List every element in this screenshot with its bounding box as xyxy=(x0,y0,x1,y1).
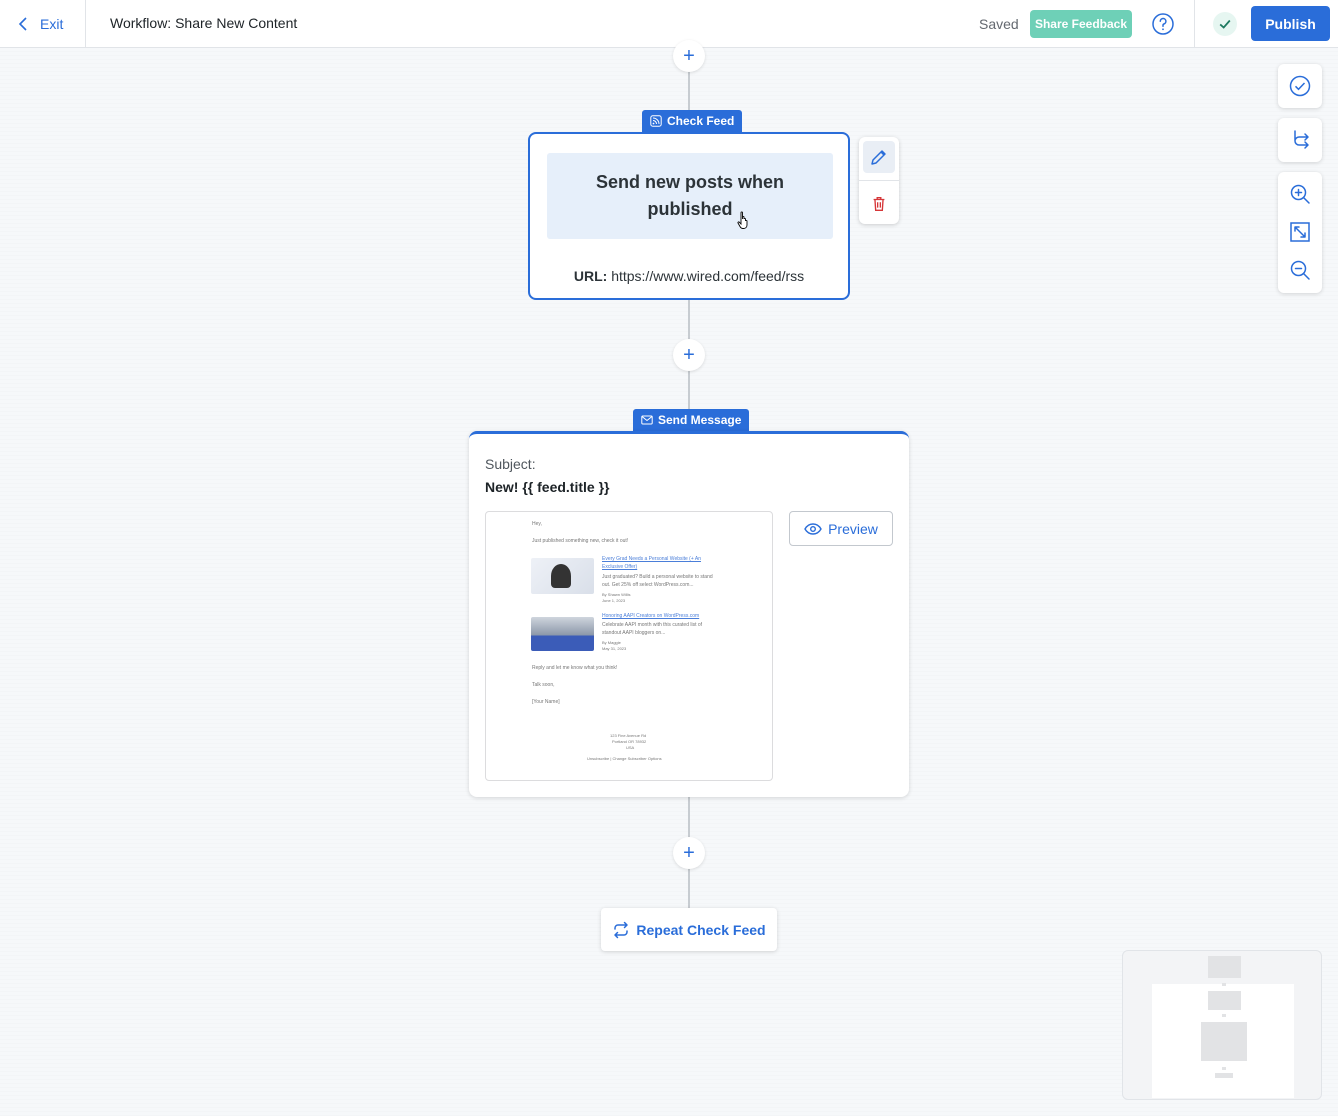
check-feed-card[interactable]: Send new posts when published URL: https… xyxy=(528,132,850,300)
post-title-line2: Exclusive Offer) xyxy=(602,564,638,570)
email-footer: Unsubscribe | Change Subscriber Options xyxy=(587,756,662,761)
feed-url: https://www.wired.com/feed/rss xyxy=(611,268,805,284)
feed-description: Send new posts when published xyxy=(595,172,785,219)
subject-label: Subject: xyxy=(485,456,536,472)
email-preview-thumbnail: Hey, Just published something new, check… xyxy=(485,511,773,781)
check-feed-label: Check Feed xyxy=(642,110,743,132)
email-greeting: Hey, xyxy=(532,521,542,527)
feed-url-label: URL: xyxy=(573,268,608,284)
zoom-tools xyxy=(1278,172,1322,293)
minimap-node xyxy=(1222,1067,1226,1070)
step-actions xyxy=(859,137,899,224)
header-divider xyxy=(1194,0,1195,47)
post-title: Honoring AAPI Creators on WordPress.com xyxy=(602,613,700,619)
eye-icon xyxy=(804,522,822,535)
post-date: May 31, 2023 xyxy=(602,646,627,651)
branch-tool xyxy=(1278,118,1322,162)
feed-url-row: URL: https://www.wired.com/feed/rss xyxy=(530,268,848,284)
post-title: Every Grad Needs a Personal Website (+ A… xyxy=(602,556,701,562)
zoom-in-icon[interactable] xyxy=(1288,182,1312,206)
hand-cursor-icon xyxy=(737,211,748,229)
minimap[interactable] xyxy=(1122,950,1322,1100)
repeat-icon xyxy=(614,921,629,938)
add-step-button[interactable]: + xyxy=(673,837,705,869)
zoom-out-icon[interactable] xyxy=(1288,258,1312,282)
email-reply-line: Reply and let me know what you think! xyxy=(532,665,618,671)
send-message-label: Send Message xyxy=(633,409,750,431)
branch-icon[interactable] xyxy=(1288,128,1312,152)
minimap-node xyxy=(1222,1014,1226,1017)
email-talk-line: Talk soon, xyxy=(532,682,555,688)
post-excerpt-line2: out. Get 25% off select WordPress.com... xyxy=(602,582,694,588)
help-icon[interactable] xyxy=(1151,12,1175,36)
send-message-label-text: Send Message xyxy=(658,413,742,427)
post-excerpt: Just graduated? Build a personal website… xyxy=(602,574,713,580)
publish-button[interactable]: Publish xyxy=(1251,6,1330,41)
mail-icon xyxy=(641,415,653,425)
email-signature: [Your Name] xyxy=(532,699,560,705)
email-address: Portland OR 78932 xyxy=(612,739,647,744)
share-feedback-button[interactable]: Share Feedback xyxy=(1030,10,1132,38)
post-excerpt: Celebrate AAPI month with this curated l… xyxy=(602,622,703,628)
exit-label: Exit xyxy=(40,15,64,32)
minimap-node xyxy=(1208,956,1241,978)
email-intro: Just published something new, check it o… xyxy=(532,538,629,544)
feed-description-box[interactable]: Send new posts when published xyxy=(547,153,833,239)
add-step-button[interactable]: + xyxy=(673,339,705,371)
check-icon xyxy=(1213,12,1237,36)
check-circle-icon[interactable] xyxy=(1288,74,1312,98)
minimap-node xyxy=(1208,991,1241,1010)
actions-divider xyxy=(859,180,899,181)
post-author: By Shawn Willis xyxy=(602,592,631,597)
add-step-button[interactable]: + xyxy=(673,40,705,72)
exit-button[interactable]: Exit xyxy=(0,0,86,47)
post-excerpt-line2: standout AAPI bloggers on... xyxy=(602,630,666,636)
post-thumbnail-image xyxy=(531,617,594,651)
check-feed-label-text: Check Feed xyxy=(667,114,735,128)
fit-screen-icon[interactable] xyxy=(1288,220,1312,244)
send-message-card[interactable]: Subject: New! {{ feed.title }} Hey, Just… xyxy=(469,431,909,797)
repeat-check-feed-button[interactable]: Repeat Check Feed xyxy=(601,908,777,951)
preview-button[interactable]: Preview xyxy=(789,511,893,546)
post-date: June 1, 2023 xyxy=(602,598,626,603)
post-author: By Maggie xyxy=(602,640,621,645)
minimap-node xyxy=(1215,1073,1233,1078)
trash-icon[interactable] xyxy=(863,188,895,220)
preview-label: Preview xyxy=(828,520,878,537)
pencil-icon[interactable] xyxy=(863,141,895,173)
saved-status: Saved xyxy=(979,16,1019,32)
post-thumbnail-image xyxy=(531,558,594,594)
rss-icon xyxy=(650,115,662,127)
top-bar: Exit Workflow: Share New Content Saved S… xyxy=(0,0,1338,48)
email-address: USA xyxy=(626,745,635,750)
subject-value: New! {{ feed.title }} xyxy=(485,479,610,495)
chevron-left-icon xyxy=(18,16,27,31)
repeat-label: Repeat Check Feed xyxy=(636,921,766,938)
validate-tool xyxy=(1278,64,1322,108)
email-address: 123 Fine Avenue Rd xyxy=(610,733,647,738)
minimap-node xyxy=(1222,983,1226,986)
workflow-title: Workflow: Share New Content xyxy=(110,15,298,31)
minimap-node xyxy=(1201,1022,1247,1061)
